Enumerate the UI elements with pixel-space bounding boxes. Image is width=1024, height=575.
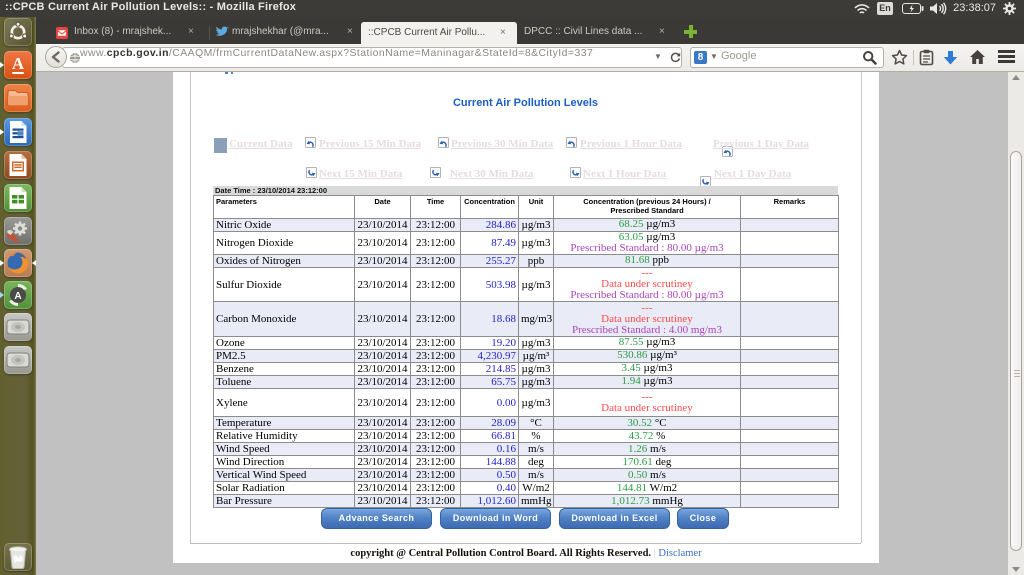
svg-text:A: A xyxy=(14,291,21,302)
